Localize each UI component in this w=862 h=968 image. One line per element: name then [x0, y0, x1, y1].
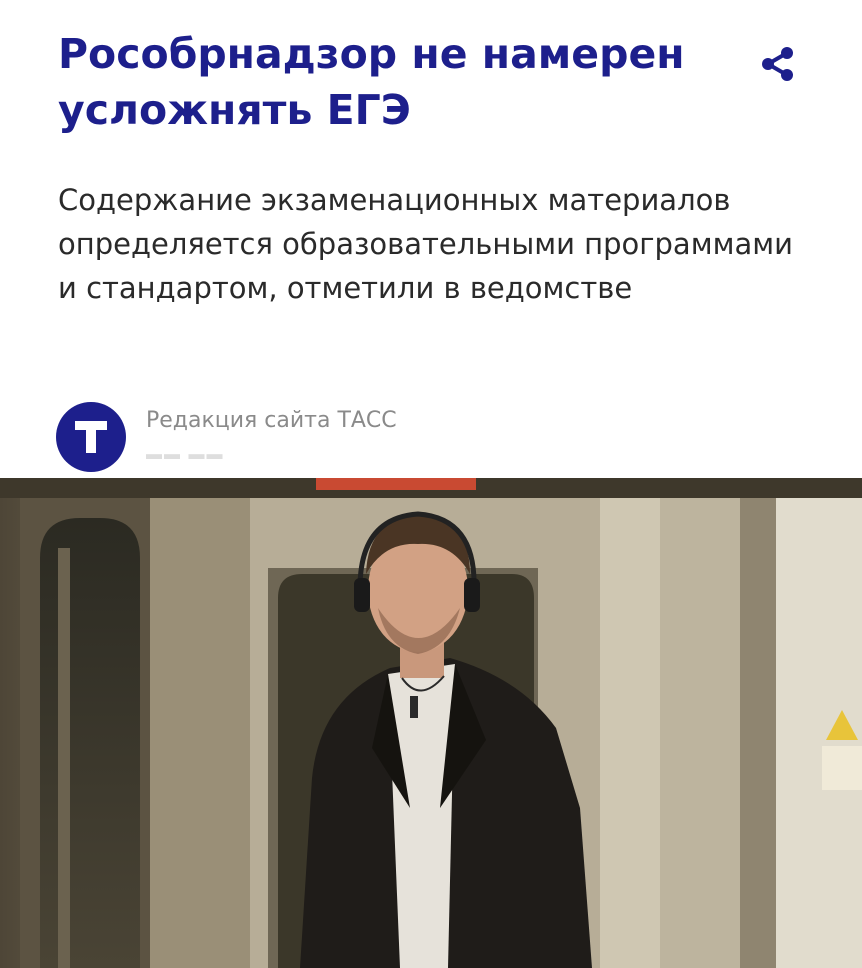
- share-icon[interactable]: [756, 42, 800, 86]
- author-timestamp: ▬▬ ▬▬: [146, 446, 225, 463]
- headline: Рособрнадзор не намерен усложнять ЕГЭ: [58, 30, 685, 134]
- author-name[interactable]: Редакция сайта ТАСС: [146, 408, 397, 433]
- author-avatar[interactable]: [56, 402, 126, 472]
- article-lead: Содержание экзаменационных материалов оп…: [58, 183, 793, 305]
- tass-logo-icon: [75, 421, 107, 453]
- photo-image: [0, 478, 862, 968]
- article-header: Рособрнадзор не намерен усложнять ЕГЭ Со…: [0, 0, 862, 478]
- author-block[interactable]: Редакция сайта ТАСС ▬▬ ▬▬: [56, 402, 556, 474]
- article-photo: [0, 478, 862, 968]
- share-button[interactable]: [754, 40, 802, 88]
